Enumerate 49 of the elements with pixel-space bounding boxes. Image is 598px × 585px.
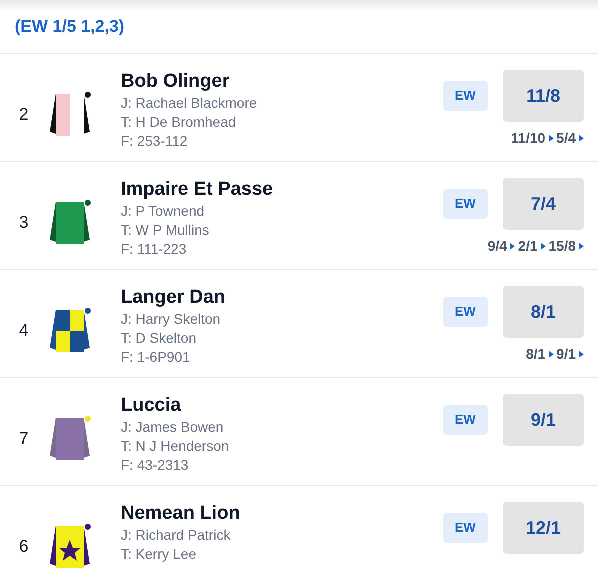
triangle-icon <box>579 351 584 358</box>
odds-button[interactable]: 7/4 <box>503 178 584 230</box>
saddle-cloth-number: 2 <box>18 104 30 126</box>
jockey-name: J: Rachael Blackmore <box>121 94 258 113</box>
previous-odds: 9/4 <box>488 237 508 256</box>
triangle-icon <box>579 135 584 142</box>
previous-odds: 11/10 <box>511 129 546 148</box>
trainer-name: T: Kerry Lee <box>121 545 196 564</box>
previous-odds: 8/1 <box>526 345 546 364</box>
jockey-name: J: P Townend <box>121 202 205 221</box>
form-figures: F: 253-112 <box>121 132 188 151</box>
jockey-name: J: James Bowen <box>121 418 224 437</box>
previous-odds: 2/1 <box>518 237 538 256</box>
previous-odds: 5/4 <box>556 129 576 148</box>
odds-button[interactable]: 11/8 <box>503 70 584 122</box>
horse-name: Bob Olinger <box>121 70 230 94</box>
saddle-cloth-number: 6 <box>18 536 30 558</box>
triangle-icon <box>548 135 554 142</box>
each-way-button[interactable]: EW <box>443 513 488 543</box>
triangle-icon <box>579 243 584 250</box>
trainer-name: T: N J Henderson <box>121 437 230 456</box>
each-way-button[interactable]: EW <box>443 81 488 111</box>
form-figures: F: 1-6P901 <box>121 348 190 367</box>
each-way-button[interactable]: EW <box>443 297 488 327</box>
horse-name: Impaire Et Passe <box>121 178 274 202</box>
triangle-icon <box>510 243 516 250</box>
each-way-button[interactable]: EW <box>443 405 488 435</box>
trainer-name: T: D Skelton <box>121 329 196 348</box>
jockey-name: J: Richard Patrick <box>121 526 231 545</box>
triangle-icon <box>548 351 554 358</box>
trainer-name: T: W P Mullins <box>121 221 210 240</box>
odds-button[interactable]: 9/1 <box>503 394 584 446</box>
odds-button[interactable]: 8/1 <box>503 286 584 338</box>
jockey-name: J: Harry Skelton <box>121 310 221 329</box>
saddle-cloth-number: 3 <box>18 212 30 234</box>
previous-odds: 9/1 <box>556 345 576 364</box>
each-way-button[interactable]: EW <box>443 189 488 219</box>
form-figures: F: 111-223 <box>121 240 187 259</box>
horse-name: Nemean Lion <box>121 502 240 526</box>
odds-button[interactable]: 12/1 <box>503 502 584 554</box>
each-way-terms: (EW 1/5 1,2,3) <box>15 16 125 38</box>
horse-name: Luccia <box>121 394 182 418</box>
horse-name: Langer Dan <box>121 286 226 310</box>
triangle-icon <box>540 243 546 250</box>
saddle-cloth-number: 4 <box>18 320 30 342</box>
saddle-cloth-number: 7 <box>18 428 30 450</box>
previous-odds: 15/8 <box>548 237 576 256</box>
form-figures: F: 43-2313 <box>121 456 189 475</box>
trainer-name: T: H De Bromhead <box>121 113 236 132</box>
